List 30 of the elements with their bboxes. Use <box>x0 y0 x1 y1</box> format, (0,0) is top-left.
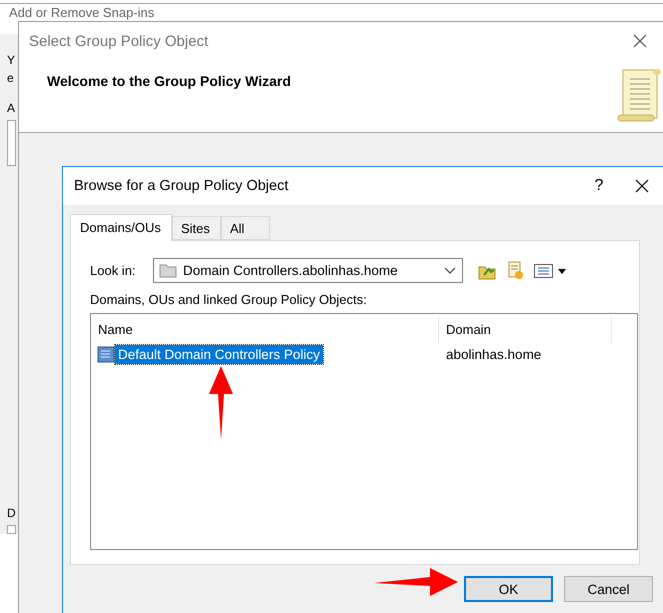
ok-button[interactable]: OK <box>464 576 553 602</box>
list-box <box>7 120 16 166</box>
label-text: Y <box>7 52 16 68</box>
text-box <box>7 525 16 534</box>
label-text: e <box>7 70 14 86</box>
column-header[interactable]: Name <box>91 317 439 343</box>
table-cell-text: abolinhas.home <box>445 346 542 362</box>
close-icon[interactable] <box>633 34 647 48</box>
dialog-title: Browse for a Group Policy Object <box>74 178 290 194</box>
label-text: D <box>7 505 16 522</box>
policy-icon <box>97 346 115 362</box>
column-header[interactable]: Domain <box>439 317 612 343</box>
tab[interactable]: Sites <box>172 216 221 240</box>
list-item[interactable]: Default Domain Controllers Policy <box>115 344 323 364</box>
look-in-dropdown[interactable]: Domain Controllers.abolinhas.home <box>153 258 463 283</box>
help-button[interactable]: ? <box>585 177 613 195</box>
label-text: A <box>7 100 16 116</box>
new-policy-icon[interactable] <box>506 261 524 280</box>
tab[interactable]: All <box>221 216 270 240</box>
window-title: Select Group Policy Object <box>29 32 208 50</box>
tab[interactable]: Domains/OUs <box>70 214 172 241</box>
chevron-down-icon <box>444 266 456 274</box>
folder-icon <box>159 263 177 278</box>
close-icon[interactable] <box>635 179 649 193</box>
window-title: Add or Remove Snap-ins <box>8 4 156 22</box>
cancel-button[interactable]: Cancel <box>564 576 653 602</box>
wizard-heading: Welcome to the Group Policy Wizard <box>47 73 291 91</box>
view-menu-icon[interactable] <box>534 264 568 278</box>
list-label: Domains, OUs and linked Group Policy Objects: <box>90 292 368 307</box>
look-in-label: Look in: <box>90 263 137 278</box>
